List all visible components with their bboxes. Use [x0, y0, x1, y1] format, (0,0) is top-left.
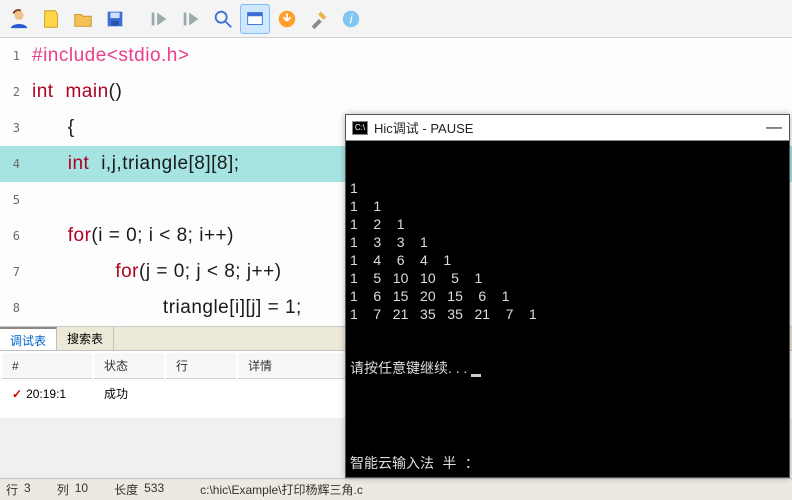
tab-search[interactable]: 搜索表: [57, 327, 114, 350]
info-icon[interactable]: i: [336, 4, 366, 34]
toolbar: i: [0, 0, 792, 38]
line-text: int i,j,triangle[8][8];: [26, 153, 240, 175]
status-len-val: 533: [144, 481, 164, 498]
search-icon[interactable]: [208, 4, 238, 34]
console-titlebar[interactable]: C:\ Hic调试 - PAUSE —: [346, 115, 789, 141]
status-path: c:\hic\Example\打印杨辉三角.c: [200, 481, 363, 498]
col-idx: #: [2, 353, 92, 379]
status-bar: 行3 列 10 长度 533 c:\hic\Example\打印杨辉三角.c: [0, 478, 792, 500]
step-icon[interactable]: [176, 4, 206, 34]
line-number: 3: [0, 121, 26, 135]
run-icon[interactable]: [144, 4, 174, 34]
row-line: [166, 381, 236, 406]
console-body[interactable]: 1 1 1 1 2 1 1 3 3 1 1 4 6 4 1 1 5 10 10 …: [346, 141, 789, 477]
console-output: 1 1 1 1 2 1 1 3 3 1 1 4 6 4 1 1 5 10 10 …: [350, 179, 785, 323]
console-title: Hic调试 - PAUSE: [374, 118, 473, 137]
row-time: 20:19:1: [26, 387, 66, 401]
line-number: 8: [0, 301, 26, 315]
row-status: 成功: [94, 381, 164, 406]
console-cursor: [471, 374, 481, 377]
tab-debug[interactable]: 调试表: [0, 327, 57, 350]
line-number: 6: [0, 229, 26, 243]
line-text: {: [26, 117, 75, 139]
status-col-label: 列: [57, 481, 69, 498]
line-number: 5: [0, 193, 26, 207]
status-row-val: 3: [24, 481, 31, 498]
check-icon: ✓: [12, 387, 22, 401]
console-window[interactable]: C:\ Hic调试 - PAUSE — 1 1 1 1 2 1 1 3 3 1 …: [345, 114, 790, 478]
line-number: 7: [0, 265, 26, 279]
line-text: #include<stdio.h>: [26, 45, 189, 67]
status-row-label: 行: [6, 481, 18, 498]
console-minimize-icon[interactable]: —: [765, 119, 783, 137]
line-number: 4: [0, 157, 26, 171]
code-line[interactable]: 2int main(): [0, 74, 792, 110]
folder-icon[interactable]: [68, 4, 98, 34]
line-number: 2: [0, 85, 26, 99]
status-len-label: 长度: [114, 481, 138, 498]
download-icon[interactable]: [272, 4, 302, 34]
col-line: 行: [166, 353, 236, 379]
window-icon[interactable]: [240, 4, 270, 34]
save-icon[interactable]: [100, 4, 130, 34]
line-text: for(i = 0; i < 8; i++): [26, 225, 234, 247]
col-status: 状态: [94, 353, 164, 379]
console-prompt: 请按任意键继续. . .: [350, 360, 467, 376]
console-icon: C:\: [352, 121, 368, 135]
status-col-val: 10: [75, 481, 88, 498]
line-text: for(j = 0; j < 8; j++): [26, 261, 282, 283]
line-text: int main(): [26, 81, 122, 103]
tools-icon[interactable]: [304, 4, 334, 34]
console-ime: 智能云输入法 半 ：: [350, 455, 479, 473]
note-icon[interactable]: [36, 4, 66, 34]
code-line[interactable]: 1#include<stdio.h>: [0, 38, 792, 74]
line-number: 1: [0, 49, 26, 63]
avatar-icon[interactable]: [4, 4, 34, 34]
line-text: triangle[i][j] = 1;: [26, 297, 302, 319]
